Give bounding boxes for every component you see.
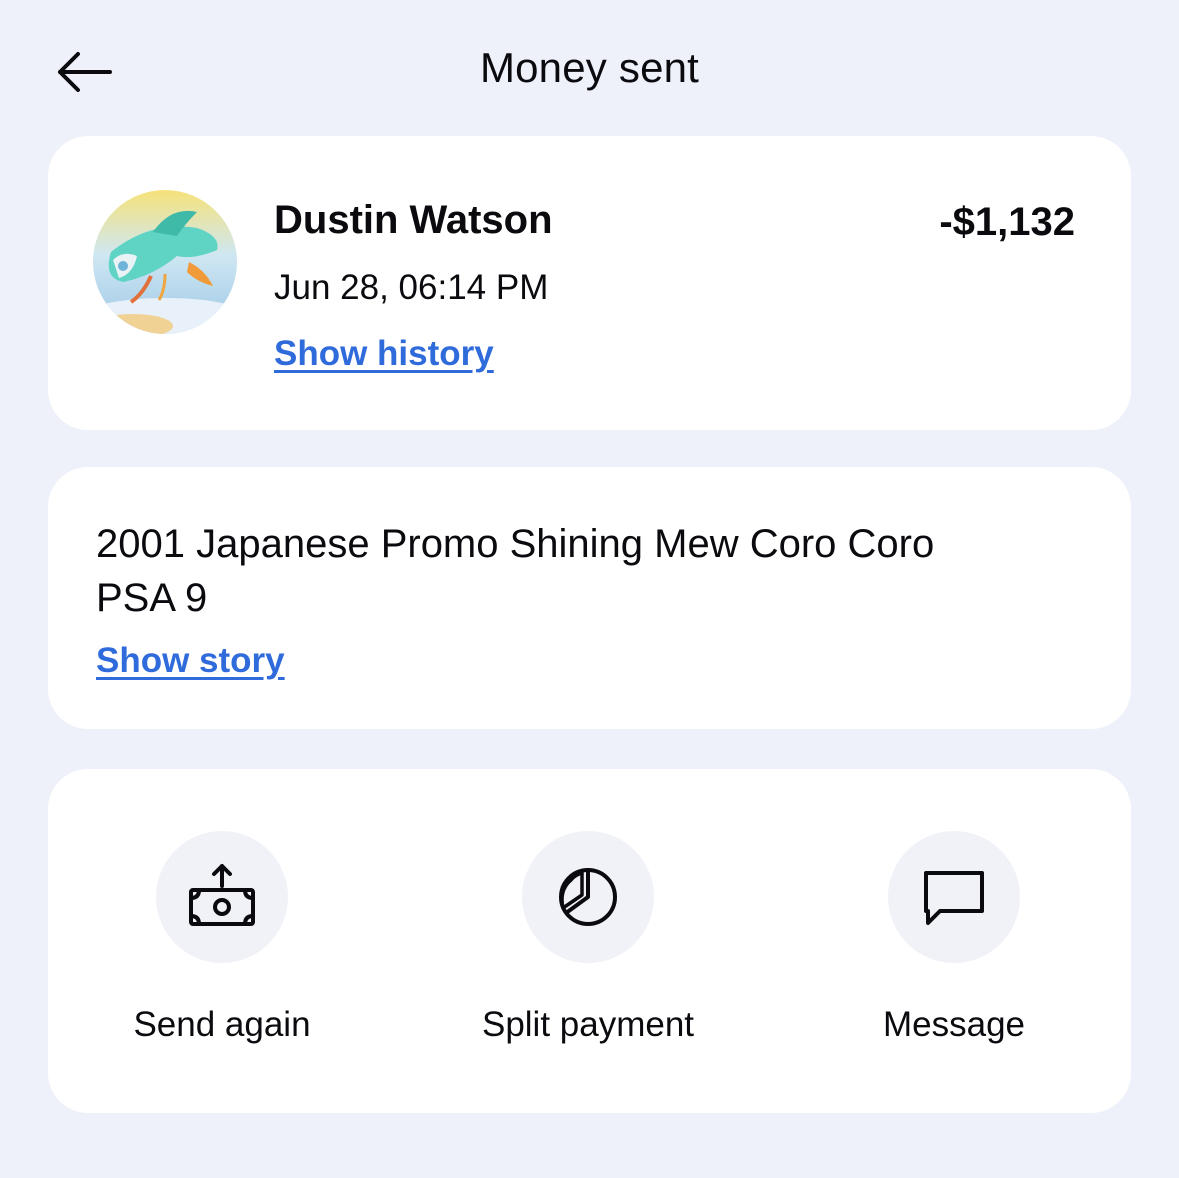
action-icon-circle: [156, 831, 288, 963]
payment-note: 2001 Japanese Promo Shining Mew Coro Cor…: [96, 522, 935, 620]
chat-bubble-icon: [924, 871, 984, 925]
split-payment-button[interactable]: Split payment: [438, 831, 738, 1061]
message-label: Message: [882, 1005, 1026, 1044]
show-story-link[interactable]: Show story: [96, 641, 285, 681]
send-again-label: Send again: [133, 1005, 311, 1044]
page-title: Money sent: [479, 44, 700, 91]
header: Money sent: [0, 0, 1179, 140]
send-again-button[interactable]: Send again: [72, 831, 372, 1061]
pie-chart-icon: [559, 868, 617, 926]
send-money-icon: [189, 864, 255, 926]
message-button[interactable]: Message: [804, 831, 1104, 1061]
transaction-date: Jun 28, 06:14 PM: [274, 268, 549, 307]
note-card: 2001 Japanese Promo Shining Mew Coro Cor…: [48, 467, 1131, 729]
actions-card: Send again Split payment Message: [48, 769, 1131, 1113]
show-history-link[interactable]: Show history: [274, 334, 494, 374]
contact-name: Dustin Watson: [274, 198, 553, 242]
action-icon-circle: [522, 831, 654, 963]
split-payment-label: Split payment: [481, 1005, 695, 1044]
amount: -$1,132: [939, 200, 1075, 244]
avatar[interactable]: [93, 190, 237, 334]
action-icon-circle: [888, 831, 1020, 963]
contact-card: Dustin Watson Jun 28, 06:14 PM Show hist…: [48, 136, 1131, 430]
